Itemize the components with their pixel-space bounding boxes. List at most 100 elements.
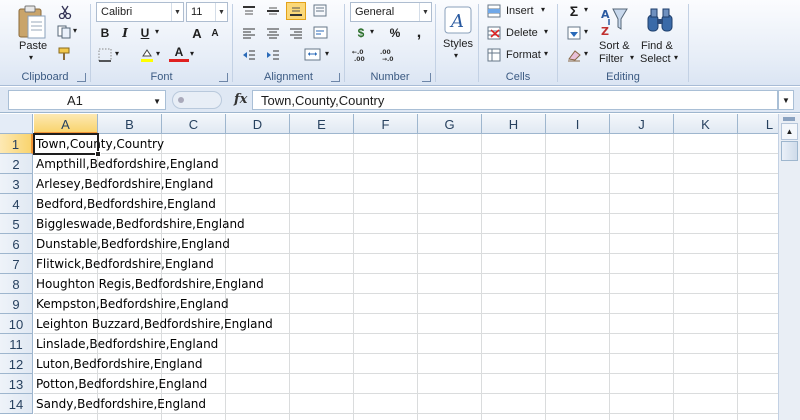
row-header[interactable]: 10 — [0, 314, 33, 334]
cell-a7[interactable]: Flitwick,Bedfordshire,England — [36, 254, 214, 274]
row-header[interactable]: 3 — [0, 174, 33, 194]
font-color-dropdown-icon[interactable]: ▾ — [190, 49, 194, 58]
align-top-icon[interactable] — [239, 2, 259, 20]
scroll-up-icon[interactable]: ▲ — [781, 123, 798, 140]
increase-indent-icon[interactable] — [263, 46, 283, 64]
grow-font-button[interactable]: A — [187, 24, 207, 42]
shrink-font-button[interactable]: A — [205, 24, 225, 42]
split-box[interactable] — [783, 117, 795, 121]
borders-icon[interactable] — [95, 46, 115, 64]
font-size-combo[interactable]: 11 ▼ — [186, 2, 228, 22]
cell-a10[interactable]: Leighton Buzzard,Bedfordshire,England — [36, 314, 273, 334]
cell-a9[interactable]: Kempston,Bedfordshire,England — [36, 294, 229, 314]
paste-dropdown-icon[interactable]: ▾ — [29, 53, 33, 62]
percent-button[interactable]: % — [385, 24, 405, 42]
cell-a14[interactable]: Sandy,Bedfordshire,England — [36, 394, 206, 414]
align-middle-icon[interactable] — [263, 2, 283, 20]
row-header[interactable]: 2 — [0, 154, 33, 174]
cell-a5[interactable]: Biggleswade,Bedfordshire,England — [36, 214, 245, 234]
styles-dropdown-icon[interactable]: ▾ — [454, 51, 458, 60]
delete-button[interactable]: Delete — [506, 27, 538, 39]
number-launcher-icon[interactable] — [422, 73, 431, 82]
currency-dropdown-icon[interactable]: ▾ — [370, 27, 374, 36]
align-bottom-icon[interactable] — [286, 2, 306, 20]
name-box[interactable]: A1 ▼ — [8, 90, 166, 110]
clear-icon[interactable] — [564, 46, 584, 64]
align-right-icon[interactable] — [286, 24, 306, 42]
column-header[interactable]: D — [226, 114, 290, 134]
chevron-down-icon[interactable]: ▼ — [153, 97, 161, 106]
spreadsheet-grid[interactable]: ABCDEFGHIJKL 1 Town,County,Country 2 Ampthi… — [0, 114, 778, 420]
column-header[interactable]: K — [674, 114, 738, 134]
row-header[interactable]: 9 — [0, 294, 33, 314]
decrease-indent-icon[interactable] — [239, 46, 259, 64]
clear-dropdown-icon[interactable]: ▾ — [584, 49, 588, 58]
find-select-button[interactable]: Select — [640, 53, 671, 65]
row-header[interactable]: 8 — [0, 274, 33, 294]
insert-function-button[interactable]: fx — [234, 92, 247, 107]
currency-button[interactable]: $ — [351, 24, 371, 42]
cell-a6[interactable]: Dunstable,Bedfordshire,England — [36, 234, 230, 254]
alignment-launcher-icon[interactable] — [331, 73, 340, 82]
format-button[interactable]: Format — [506, 49, 541, 61]
delete-dropdown-icon[interactable]: ▾ — [544, 27, 548, 36]
styles-icon[interactable]: A — [442, 4, 474, 36]
column-header[interactable]: C — [162, 114, 226, 134]
decrease-decimal-icon[interactable]: .00 →.0 — [379, 46, 399, 64]
sort-filter-icon[interactable]: A Z — [598, 4, 630, 40]
row-header[interactable]: 1 — [0, 134, 33, 154]
autosum-button[interactable]: Σ — [564, 2, 584, 20]
italic-button[interactable]: I — [115, 24, 135, 42]
copy-dropdown-icon[interactable]: ▾ — [73, 26, 77, 35]
vertical-scrollbar[interactable]: ▲ — [778, 114, 800, 420]
cell-a3[interactable]: Arlesey,Bedfordshire,England — [36, 174, 213, 194]
row-header[interactable]: 7 — [0, 254, 33, 274]
clipboard-launcher-icon[interactable] — [77, 73, 86, 82]
row-header[interactable]: 11 — [0, 334, 33, 354]
fill-icon[interactable] — [564, 24, 584, 42]
column-header[interactable]: F — [354, 114, 418, 134]
column-header[interactable]: G — [418, 114, 482, 134]
chevron-down-icon[interactable]: ▼ — [171, 3, 183, 21]
column-header[interactable]: I — [546, 114, 610, 134]
row-header[interactable]: 12 — [0, 354, 33, 374]
sort-filter-dropdown-icon[interactable]: ▾ — [630, 53, 634, 62]
row-header[interactable]: 5 — [0, 214, 33, 234]
merge-dropdown-icon[interactable]: ▾ — [325, 49, 329, 58]
copy-icon[interactable] — [55, 23, 75, 41]
number-format-combo[interactable]: General ▼ — [350, 2, 432, 22]
fill-color-dropdown-icon[interactable]: ▾ — [156, 49, 160, 58]
cell-a12[interactable]: Luton,Bedfordshire,England — [36, 354, 202, 374]
wrap-text-icon[interactable] — [311, 24, 331, 42]
insert-cells-icon[interactable] — [485, 2, 505, 20]
row-header[interactable]: 6 — [0, 234, 33, 254]
fill-handle[interactable] — [95, 151, 101, 157]
column-header[interactable]: A — [34, 114, 98, 134]
align-left-icon[interactable] — [239, 24, 259, 42]
fill-dropdown-icon[interactable]: ▾ — [584, 27, 588, 36]
format-cells-icon[interactable] — [485, 46, 505, 64]
cell-a13[interactable]: Potton,Bedfordshire,England — [36, 374, 207, 394]
underline-button[interactable]: U — [135, 24, 155, 42]
chevron-down-icon[interactable]: ▼ — [215, 3, 227, 21]
cell-a2[interactable]: Ampthill,Bedfordshire,England — [36, 154, 219, 174]
orientation-icon[interactable] — [311, 2, 331, 20]
column-header[interactable]: L — [738, 114, 778, 134]
cut-icon[interactable] — [55, 3, 75, 21]
find-select-label-1[interactable]: Find & — [641, 40, 673, 52]
styles-button[interactable]: Styles — [443, 38, 473, 50]
chevron-down-icon[interactable]: ▼ — [419, 3, 431, 21]
font-color-button[interactable]: A — [169, 44, 189, 62]
insert-dropdown-icon[interactable]: ▾ — [541, 5, 545, 14]
row-header[interactable]: 4 — [0, 194, 33, 214]
sort-filter-button[interactable]: Filter — [599, 53, 623, 65]
increase-decimal-icon[interactable]: ←.0.00 — [351, 46, 371, 64]
cell-a8[interactable]: Houghton Regis,Bedfordshire,England — [36, 274, 264, 294]
align-center-icon[interactable] — [263, 24, 283, 42]
autosum-dropdown-icon[interactable]: ▾ — [584, 5, 588, 14]
cell-a4[interactable]: Bedford,Bedfordshire,England — [36, 194, 216, 214]
fill-color-icon[interactable] — [137, 46, 157, 64]
find-select-icon[interactable] — [644, 4, 676, 38]
bold-button[interactable]: B — [95, 24, 115, 42]
column-header[interactable]: J — [610, 114, 674, 134]
